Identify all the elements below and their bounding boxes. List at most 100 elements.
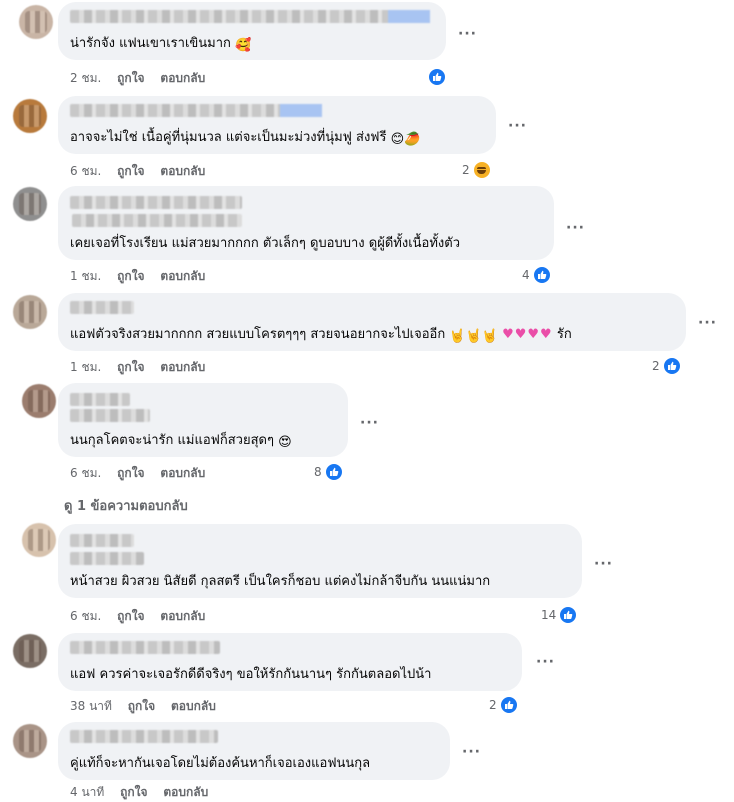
- reply-button[interactable]: ตอบกลับ: [160, 269, 205, 283]
- comment-bubble: เคยเจอที่โรงเรียน แม่สวยมากกกก ตัวเล็กๆ …: [58, 186, 554, 260]
- commenter-name[interactable]: [70, 196, 242, 209]
- more-options-icon[interactable]: ···: [462, 744, 480, 760]
- comment-body: อาจจะไม่ใช่ เนื้อคู่ที่นุ่มนวล แต่จะเป็น…: [70, 130, 387, 145]
- comment-text: แอฟตัวจริงสวยมากกกก สวยแบบโครตๆๆๆ สวยจนอ…: [70, 326, 572, 345]
- emoji: 😍: [278, 435, 292, 450]
- comment-bubble: หน้าสวย ผิวสวย นิสัยดี กุลสตรี เป็นใครก็…: [58, 524, 582, 598]
- reaction-count: 8: [314, 465, 322, 479]
- comment-body: เคยเจอที่โรงเรียน แม่สวยมากกกก ตัวเล็กๆ …: [70, 236, 460, 251]
- comment-bubble: นนกุลโคตจะน่ารัก แม่แอฟก็สวยสุดๆ 😍: [58, 383, 348, 457]
- comment-text: นนกุลโคตจะน่ารัก แม่แอฟก็สวยสุดๆ 😍: [70, 432, 292, 451]
- comment-actions: 6 ชม. ถูกใจ ตอบกลับ: [70, 607, 217, 626]
- comment-time[interactable]: 6 ชม.: [70, 164, 101, 178]
- comment-actions: 1 ชม. ถูกใจ ตอบกลับ: [70, 267, 217, 286]
- reply-button[interactable]: ตอบกลับ: [160, 360, 205, 374]
- reaction-summary[interactable]: 2: [489, 695, 518, 715]
- reply-button[interactable]: ตอบกลับ: [163, 785, 208, 799]
- comment-text: อาจจะไม่ใช่ เนื้อคู่ที่นุ่มนวล แต่จะเป็น…: [70, 129, 420, 148]
- reaction-count: 2: [489, 698, 497, 712]
- comment-actions: 6 ชม. ถูกใจ ตอบกลับ: [70, 464, 217, 483]
- comment-body: คู่แท้ก็จะหากันเจอโดยไม่ต้องค้นหาก็เจอเอ…: [70, 756, 371, 771]
- more-options-icon[interactable]: ···: [458, 26, 476, 42]
- avatar[interactable]: [19, 5, 53, 39]
- comment-suffix: รัก: [556, 327, 572, 342]
- more-options-icon[interactable]: ···: [508, 118, 526, 134]
- like-button[interactable]: ถูกใจ: [117, 269, 144, 283]
- commenter-name[interactable]: [70, 730, 218, 743]
- like-button[interactable]: ถูกใจ: [117, 466, 144, 480]
- reply-button[interactable]: ตอบกลับ: [171, 699, 216, 713]
- reaction-summary[interactable]: 4: [522, 265, 551, 285]
- reply-button[interactable]: ตอบกลับ: [160, 71, 205, 85]
- avatar[interactable]: [22, 523, 56, 557]
- reaction-count: 4: [522, 268, 530, 282]
- comment-actions: 6 ชม. ถูกใจ ตอบกลับ: [70, 162, 217, 181]
- like-button[interactable]: ถูกใจ: [128, 699, 155, 713]
- commenter-name[interactable]: [70, 534, 134, 547]
- avatar[interactable]: [22, 384, 56, 418]
- comment-actions: 38 นาที ถูกใจ ตอบกลับ: [70, 697, 228, 716]
- commenter-name-line2: [70, 552, 144, 565]
- comment-text: น่ารักจัง แฟนเขาเราเขินมาก 🥰: [70, 35, 251, 54]
- emoji: 🥰: [235, 38, 252, 53]
- more-options-icon[interactable]: ···: [698, 315, 716, 331]
- commenter-name[interactable]: [70, 10, 430, 23]
- like-button[interactable]: ถูกใจ: [117, 164, 144, 178]
- like-icon: [499, 696, 518, 714]
- comment-bubble: แอฟตัวจริงสวยมากกกก สวยแบบโครตๆๆๆ สวยจนอ…: [58, 293, 686, 351]
- like-button[interactable]: ถูกใจ: [117, 71, 144, 85]
- like-icon: [532, 266, 551, 284]
- comment-time[interactable]: 2 ชม.: [70, 71, 101, 85]
- comment-body: น่ารักจัง แฟนเขาเราเขินมาก: [70, 36, 231, 51]
- comment-actions: 2 ชม. ถูกใจ ตอบกลับ: [70, 69, 217, 88]
- comment-bubble: คู่แท้ก็จะหากันเจอโดยไม่ต้องค้นหาก็เจอเอ…: [58, 722, 450, 780]
- comment-body: หน้าสวย ผิวสวย นิสัยดี กุลสตรี เป็นใครก็…: [70, 574, 491, 589]
- like-button[interactable]: ถูกใจ: [117, 609, 144, 623]
- comment-time[interactable]: 38 นาที: [70, 699, 112, 713]
- like-icon: [662, 357, 681, 375]
- commenter-name[interactable]: [70, 301, 134, 314]
- comment-time[interactable]: 1 ชม.: [70, 269, 101, 283]
- like-button[interactable]: ถูกใจ: [117, 360, 144, 374]
- comment-text: คู่แท้ก็จะหากันเจอโดยไม่ต้องค้นหาก็เจอเอ…: [70, 755, 370, 772]
- reply-button[interactable]: ตอบกลับ: [160, 466, 205, 480]
- more-options-icon[interactable]: ···: [566, 220, 584, 236]
- avatar[interactable]: [13, 295, 47, 329]
- reaction-count: 14: [541, 608, 557, 622]
- more-options-icon[interactable]: ···: [536, 654, 554, 670]
- comment-actions: 1 ชม. ถูกใจ ตอบกลับ: [70, 358, 217, 377]
- comment-text: แอฟ ควรค่าจะเจอรักดีดีจริงๆ ขอให้รักกันน…: [70, 666, 431, 683]
- haha-icon: [472, 161, 491, 179]
- comment-time[interactable]: 1 ชม.: [70, 360, 101, 374]
- reaction-summary[interactable]: [425, 67, 446, 87]
- reply-button[interactable]: ตอบกลับ: [160, 609, 205, 623]
- comment-time[interactable]: 6 ชม.: [70, 466, 101, 480]
- like-icon: [559, 606, 578, 624]
- reaction-summary[interactable]: 14: [541, 605, 578, 625]
- comment-body: แอฟ ควรค่าจะเจอรักดีดีจริงๆ ขอให้รักกันน…: [70, 667, 432, 682]
- view-replies-link[interactable]: ดู 1 ข้อความตอบกลับ: [64, 495, 188, 516]
- reaction-summary[interactable]: 2: [462, 160, 491, 180]
- commenter-name-line2: [72, 214, 242, 227]
- avatar[interactable]: [13, 634, 47, 668]
- commenter-name[interactable]: [70, 641, 220, 654]
- reaction-summary[interactable]: 8: [314, 462, 343, 482]
- heart-emojis: ♥♥♥♥: [502, 327, 553, 342]
- comment-body: นนกุลโคตจะน่ารัก แม่แอฟก็สวยสุดๆ: [70, 433, 274, 448]
- commenter-name-line2: [70, 409, 150, 422]
- more-options-icon[interactable]: ···: [360, 415, 378, 431]
- comment-time[interactable]: 4 นาที: [70, 785, 104, 799]
- commenter-name[interactable]: [70, 393, 130, 406]
- avatar[interactable]: [13, 724, 47, 758]
- commenter-name[interactable]: [70, 104, 322, 117]
- like-icon: [428, 68, 446, 86]
- more-options-icon[interactable]: ···: [594, 556, 612, 572]
- like-button[interactable]: ถูกใจ: [120, 785, 147, 799]
- avatar[interactable]: [13, 99, 47, 133]
- comment-time[interactable]: 6 ชม.: [70, 609, 101, 623]
- comment-bubble: แอฟ ควรค่าจะเจอรักดีดีจริงๆ ขอให้รักกันน…: [58, 633, 522, 691]
- avatar[interactable]: [13, 187, 47, 221]
- emoji: 😊🥭: [390, 132, 421, 147]
- reply-button[interactable]: ตอบกลับ: [160, 164, 205, 178]
- reaction-summary[interactable]: 2: [652, 356, 681, 376]
